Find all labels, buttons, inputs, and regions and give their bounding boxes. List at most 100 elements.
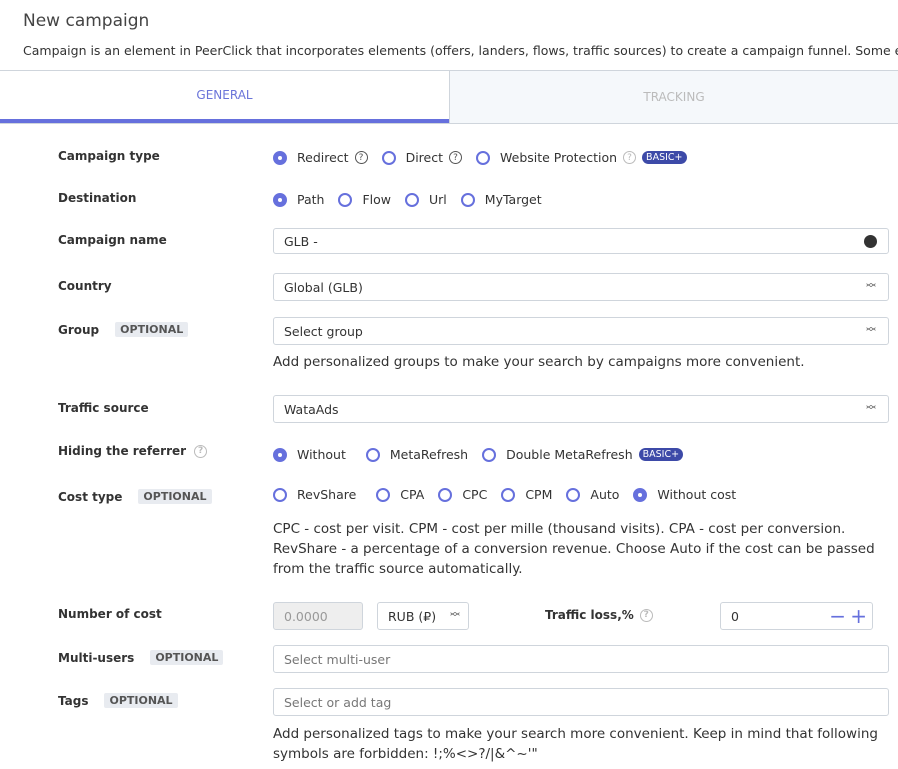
optional-badge: OPTIONAL xyxy=(138,489,212,504)
radio-label: Double MetaRefresh xyxy=(506,447,633,462)
country-select[interactable]: Global (GLB) ︿ ﹀ xyxy=(273,273,889,301)
basic-plus-badge: BASIC+ xyxy=(638,448,684,461)
chevron-updown-icon: ︿ ﹀ xyxy=(866,400,876,417)
radio-unchecked-icon xyxy=(501,487,516,502)
radio-auto[interactable]: Auto xyxy=(566,487,619,502)
input-value: 0.0000 xyxy=(284,608,328,624)
help-icon[interactable]: ? xyxy=(639,608,653,622)
tags-help: Add personalized tags to make your searc… xyxy=(273,726,878,762)
campaign-type-label: Campaign type xyxy=(58,149,160,163)
label-text: Group xyxy=(58,322,100,337)
radio-direct[interactable]: Direct? xyxy=(381,150,462,165)
campaign-name-input[interactable]: GLB - xyxy=(273,228,889,254)
select-value: RUB (₽) xyxy=(388,608,437,624)
radio-label: Flow xyxy=(362,192,392,207)
cost-type-radios: RevShare CPA CPC CPM Auto Without cost xyxy=(273,487,750,502)
radio-url[interactable]: Url xyxy=(405,192,447,207)
group-select[interactable]: Select group ︿ ﹀ xyxy=(273,317,889,345)
help-icon[interactable]: ? xyxy=(449,151,462,164)
radio-label: CPC xyxy=(462,487,488,502)
group-label: Group OPTIONAL xyxy=(58,322,189,337)
traffic-loss-label: Traffic loss,%? xyxy=(545,608,653,622)
radio-redirect[interactable]: Redirect? xyxy=(273,150,368,165)
radio-unchecked-icon xyxy=(381,150,396,165)
radio-unchecked-icon xyxy=(438,487,453,502)
page-title: New campaign xyxy=(23,11,150,31)
radio-double-metarefresh[interactable]: Double MetaRefresh BASIC+ xyxy=(482,447,684,462)
label-text: Traffic loss,% xyxy=(545,608,634,622)
help-icon[interactable]: ? xyxy=(354,151,368,164)
label-text: Campaign type xyxy=(58,149,160,163)
tags-label: Tags OPTIONAL xyxy=(58,693,178,708)
radio-unchecked-icon xyxy=(482,447,497,462)
radio-checked-icon xyxy=(273,150,287,165)
cost-value-input[interactable]: 0.0000 xyxy=(273,602,363,630)
radio-label: MyTarget xyxy=(484,192,542,207)
chevron-updown-icon: ︿ ﹀ xyxy=(866,322,876,339)
label-text: Hiding the referrer xyxy=(58,444,187,458)
radio-cpm[interactable]: CPM xyxy=(501,487,552,502)
multi-users-select[interactable]: Select multi-user xyxy=(273,645,889,673)
radio-without[interactable]: Without xyxy=(273,447,346,462)
label-text: Campaign name xyxy=(58,233,167,247)
traffic-source-select[interactable]: WataAds ︿ ﹀ xyxy=(273,395,889,423)
tab-bar: GENERAL TRACKING xyxy=(0,70,898,124)
radio-path[interactable]: Path xyxy=(273,192,324,207)
radio-unchecked-icon xyxy=(460,192,475,207)
radio-label: Direct xyxy=(405,150,443,165)
label-text: Country xyxy=(58,279,112,293)
minus-icon[interactable]: − xyxy=(829,606,846,626)
radio-cpa[interactable]: CPA xyxy=(376,487,424,502)
select-placeholder: Select multi-user xyxy=(284,651,391,667)
radio-label: RevShare xyxy=(297,487,357,502)
radio-unchecked-icon xyxy=(405,192,420,207)
page-description: Campaign is an element in PeerClick that… xyxy=(23,43,898,58)
label-text: Traffic source xyxy=(58,401,149,415)
radio-checked-icon xyxy=(273,447,287,462)
radio-website-protection[interactable]: Website Protection? BASIC+ xyxy=(476,150,687,165)
radio-label: Without cost xyxy=(657,487,737,502)
radio-label: CPM xyxy=(525,487,553,502)
campaign-type-radios: Redirect? Direct? Website Protection? BAS… xyxy=(273,150,701,165)
number-of-cost-label: Number of cost xyxy=(58,607,162,621)
plus-icon[interactable]: + xyxy=(850,606,867,626)
radio-unchecked-icon xyxy=(365,447,380,462)
traffic-loss-input[interactable]: 0 − + xyxy=(720,602,873,630)
optional-badge: OPTIONAL xyxy=(104,693,178,708)
chevron-updown-icon: ︿ ﹀ xyxy=(450,607,460,624)
group-help: Add personalized groups to make your sea… xyxy=(273,354,805,370)
input-value: GLB - xyxy=(284,233,318,249)
radio-unchecked-icon xyxy=(273,487,287,502)
radio-without-cost[interactable]: Without cost xyxy=(633,487,736,502)
radio-label: Path xyxy=(297,192,325,207)
cost-type-help: CPC - cost per visit. CPM - cost per mil… xyxy=(273,521,875,577)
currency-select[interactable]: RUB (₽) ︿ ﹀ xyxy=(377,602,469,630)
tags-input[interactable]: Select or add tag xyxy=(273,688,889,716)
radio-flow[interactable]: Flow xyxy=(338,192,391,207)
input-placeholder: Select or add tag xyxy=(284,694,392,710)
help-icon[interactable]: ? xyxy=(623,151,637,164)
radio-mytarget[interactable]: MyTarget xyxy=(460,192,542,207)
cost-type-label: Cost type OPTIONAL xyxy=(58,489,212,504)
radio-checked-icon xyxy=(273,192,287,207)
input-value: 0 xyxy=(731,608,739,624)
radio-metarefresh[interactable]: MetaRefresh xyxy=(365,447,469,462)
radio-revshare[interactable]: RevShare xyxy=(273,487,356,502)
radio-label: Website Protection xyxy=(500,150,618,165)
label-text: Multi-users xyxy=(58,650,135,665)
radio-label: Auto xyxy=(590,487,620,502)
hiding-referrer-label: Hiding the referrer? xyxy=(58,444,208,458)
select-value: WataAds xyxy=(284,401,339,417)
radio-unchecked-icon xyxy=(376,487,391,502)
radio-label: Redirect xyxy=(297,150,349,165)
select-placeholder: Select group xyxy=(284,323,363,339)
radio-label: MetaRefresh xyxy=(389,447,469,462)
tab-tracking[interactable]: TRACKING xyxy=(449,71,898,123)
radio-label: CPA xyxy=(400,487,425,502)
tab-general[interactable]: GENERAL xyxy=(0,71,449,123)
radio-unchecked-icon xyxy=(566,487,581,502)
help-icon[interactable]: ? xyxy=(194,444,208,458)
status-dot-icon xyxy=(864,234,877,248)
hiding-referrer-radios: Without MetaRefresh Double MetaRefresh BA… xyxy=(273,447,697,462)
radio-cpc[interactable]: CPC xyxy=(438,487,487,502)
